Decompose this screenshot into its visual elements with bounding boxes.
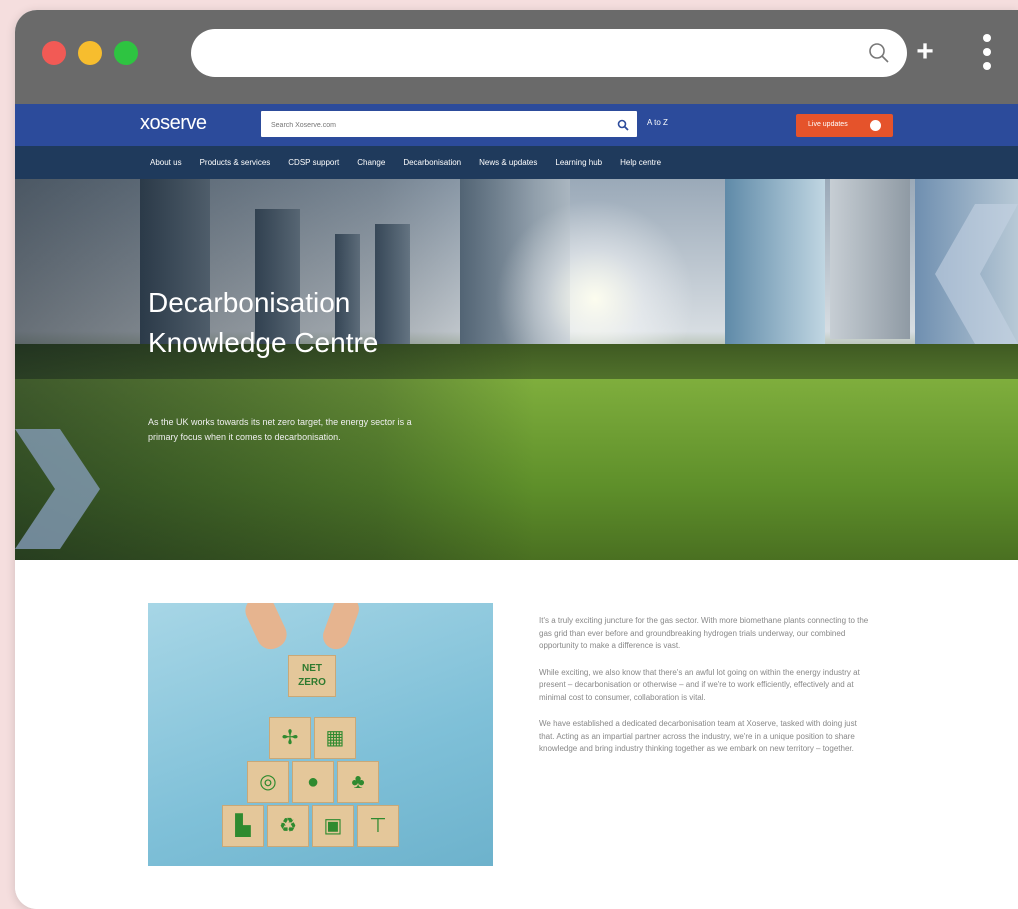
new-tab-button[interactable]: +	[912, 34, 938, 70]
nav-item-cdsp-support[interactable]: CDSP support	[288, 158, 339, 167]
nav-item-help-centre[interactable]: Help centre	[620, 158, 661, 167]
recycle-icon: ♻	[267, 805, 309, 847]
site-search[interactable]	[261, 111, 637, 137]
fuel-pump-icon: ▣	[312, 805, 354, 847]
building-image	[725, 179, 825, 354]
chevron-right-icon	[15, 429, 100, 549]
live-updates-toggle[interactable]: Live updates	[796, 114, 893, 137]
browser-window: + xoserve A to Z Live updates About us P…	[15, 10, 1018, 909]
net-zero-block: NET ZERO	[288, 655, 336, 697]
hand-image	[319, 603, 363, 653]
nav-item-change[interactable]: Change	[357, 158, 385, 167]
search-icon[interactable]	[867, 41, 891, 65]
hero-subtitle: As the UK works towards its net zero tar…	[148, 417, 412, 442]
browser-chrome: +	[15, 10, 1018, 104]
address-bar[interactable]	[191, 29, 907, 77]
factory-icon: ▙	[222, 805, 264, 847]
page-title: Decarbonisation Knowledge Centre	[148, 287, 379, 358]
globe-icon: ●	[292, 761, 334, 803]
net-zero-blocks-image: NET ZERO ✢ ▦ ◎ ● ♣ ▙ ♻ ▣ ⊤	[148, 603, 493, 866]
building-image	[830, 179, 910, 339]
chevron-left-icon	[935, 204, 1018, 344]
wind-turbine-icon: ✢	[269, 717, 311, 759]
hero-banner: Decarbonisation Knowledge Centre As the …	[15, 179, 1018, 560]
intro-paragraph: It's a truly exciting juncture for the g…	[539, 616, 869, 650]
plant-icon: ♣	[337, 761, 379, 803]
nav-item-about-us[interactable]: About us	[150, 158, 182, 167]
live-updates-label: Live updates	[808, 121, 848, 128]
maximize-window-button[interactable]	[114, 41, 138, 65]
intro-paragraph: While exciting, we also know that there'…	[539, 667, 860, 702]
nav-item-news-updates[interactable]: News & updates	[479, 158, 537, 167]
close-window-button[interactable]	[42, 41, 66, 65]
plus-icon: +	[916, 35, 934, 68]
intro-text: It's a truly exciting juncture for the g…	[539, 615, 869, 770]
search-icon[interactable]	[617, 118, 629, 131]
content-section: NET ZERO ✢ ▦ ◎ ● ♣ ▙ ♻ ▣ ⊤ It's a truly …	[15, 560, 1018, 909]
kebab-menu-icon[interactable]	[979, 34, 995, 74]
address-input[interactable]	[213, 41, 857, 67]
nav-item-products-services[interactable]: Products & services	[200, 158, 271, 167]
hand-image	[240, 603, 292, 654]
nav-item-decarbonisation[interactable]: Decarbonisation	[403, 158, 461, 167]
water-tap-icon: ⊤	[357, 805, 399, 847]
main-navigation: About us Products & services CDSP suppor…	[15, 146, 1018, 179]
nav-item-learning-hub[interactable]: Learning hub	[555, 158, 602, 167]
bicycle-icon: ◎	[247, 761, 289, 803]
solar-panel-icon: ▦	[314, 717, 356, 759]
site-header: xoserve A to Z Live updates	[15, 104, 1018, 146]
site-search-input[interactable]	[269, 116, 603, 134]
minimize-window-button[interactable]	[78, 41, 102, 65]
intro-paragraph: We have established a dedicated decarbon…	[539, 719, 857, 753]
xoserve-logo[interactable]: xoserve	[140, 112, 207, 135]
a-to-z-link[interactable]: A to Z	[647, 118, 668, 127]
toggle-knob-icon	[870, 120, 881, 131]
